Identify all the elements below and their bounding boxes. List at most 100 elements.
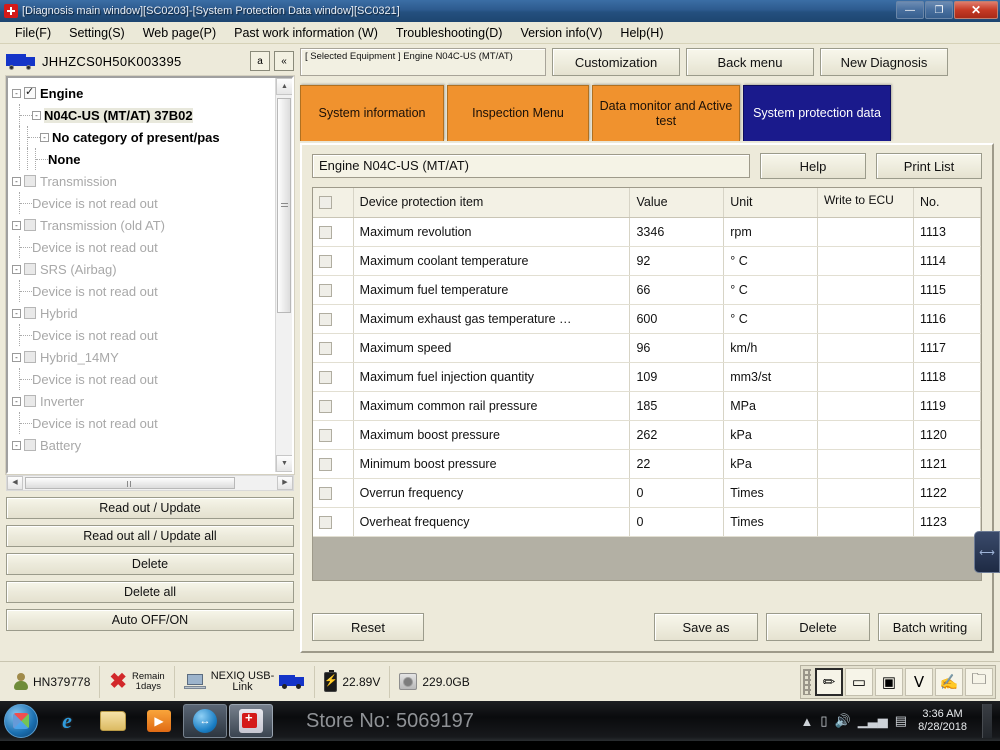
brush-icon[interactable]: Ⅴ	[905, 668, 933, 696]
table-row[interactable]: Maximum fuel temperature66° C1115	[313, 275, 981, 304]
tree-checkbox[interactable]	[24, 439, 36, 451]
cell-unit[interactable]: Times	[724, 507, 818, 536]
tree-checkbox[interactable]	[24, 87, 36, 99]
cell-write-to-ecu[interactable]	[817, 362, 913, 391]
table-row[interactable]: Maximum fuel injection quantity109mm3/st…	[313, 362, 981, 391]
eraser-icon[interactable]: ▭	[845, 668, 873, 696]
table-row[interactable]: Maximum coolant temperature92° C 1114	[313, 246, 981, 275]
menu-item-setting-s[interactable]: Setting(S)	[60, 24, 134, 42]
row-checkbox-cell[interactable]	[313, 362, 353, 391]
engine-name-field[interactable]: Engine N04C-US (MT/AT)	[312, 154, 750, 178]
tree-checkbox[interactable]	[24, 395, 36, 407]
tree-item[interactable]: Device is not read out	[12, 192, 290, 214]
cell-value[interactable]: 185	[630, 391, 724, 420]
cell-unit[interactable]: ° C	[724, 304, 818, 333]
tree-expander-icon[interactable]: -	[12, 89, 21, 98]
tree-item[interactable]: -Hybrid_14MY	[12, 346, 290, 368]
protection-data-grid[interactable]: Device protection item Value Unit Write …	[312, 187, 982, 581]
customization-button[interactable]: Customization	[552, 48, 680, 76]
save-as-button[interactable]: Save as	[654, 613, 758, 641]
cell-write-to-ecu[interactable]	[817, 333, 913, 362]
cell-write-to-ecu[interactable]	[817, 275, 913, 304]
cell-unit[interactable]: Times	[724, 478, 818, 507]
cell-no[interactable]: 1118	[913, 362, 980, 391]
row-checkbox[interactable]	[319, 400, 332, 413]
taskbar-clock[interactable]: 3:36 AM 8/28/2018	[914, 708, 971, 734]
tree-item[interactable]: Device is not read out	[12, 412, 290, 434]
marker-icon[interactable]: ✍	[935, 668, 963, 696]
cell-no[interactable]: 1115	[913, 275, 980, 304]
tree-item[interactable]: -Transmission (old AT)	[12, 214, 290, 236]
cell-value[interactable]: 92	[630, 246, 724, 275]
tree-item[interactable]: -Transmission	[12, 170, 290, 192]
cell-no[interactable]: 1122	[913, 478, 980, 507]
cell-unit[interactable]: ° C	[724, 275, 818, 304]
tray-expand-icon[interactable]: ▲	[801, 714, 814, 729]
cell-item[interactable]: Maximum exhaust gas temperature …	[353, 304, 630, 333]
font-size-button[interactable]: a	[250, 51, 270, 71]
row-checkbox-cell[interactable]	[313, 478, 353, 507]
row-checkbox-cell[interactable]	[313, 391, 353, 420]
cell-unit[interactable]: kPa	[724, 420, 818, 449]
cell-write-to-ecu[interactable]	[817, 217, 913, 246]
minimize-button[interactable]: —	[896, 1, 924, 19]
toolbar-grip-icon[interactable]	[803, 669, 811, 695]
pen-icon[interactable]: ✏	[815, 668, 843, 696]
tree-expander-icon[interactable]: -	[12, 309, 21, 318]
taskbar-teamviewer[interactable]: ↔	[183, 704, 227, 738]
back-menu-button[interactable]: Back menu	[686, 48, 814, 76]
select-all-checkbox[interactable]	[319, 196, 332, 209]
scroll-left-arrow-icon[interactable]: ◀	[7, 476, 23, 490]
taskbar-explorer[interactable]	[91, 704, 135, 738]
tree-vertical-scrollbar[interactable]: ▲ ▼	[275, 78, 292, 472]
cell-no[interactable]: 1113	[913, 217, 980, 246]
tree-item[interactable]: -Inverter	[12, 390, 290, 412]
tree-checkbox[interactable]	[24, 175, 36, 187]
tree-expander-icon[interactable]: -	[40, 133, 49, 142]
tree-expander-icon[interactable]: -	[12, 397, 21, 406]
cell-write-to-ecu[interactable]	[817, 507, 913, 536]
column-no[interactable]: No.	[913, 188, 980, 217]
row-checkbox-cell[interactable]	[313, 217, 353, 246]
cell-value[interactable]: 0	[630, 507, 724, 536]
taskbar-media-player[interactable]: ▶	[137, 704, 181, 738]
cell-no[interactable]: 1117	[913, 333, 980, 362]
cell-item[interactable]: Maximum revolution	[353, 217, 630, 246]
cell-write-to-ecu[interactable]	[817, 420, 913, 449]
scroll-thumb[interactable]	[277, 98, 291, 313]
print-list-button[interactable]: Print List	[876, 153, 982, 179]
cell-no[interactable]: 1114	[913, 246, 980, 275]
tab-system-protection-data[interactable]: System protection data	[743, 85, 891, 141]
row-checkbox[interactable]	[319, 458, 332, 471]
network-signal-icon[interactable]: ▁▃▅	[858, 713, 888, 729]
cell-no[interactable]: 1121	[913, 449, 980, 478]
sidebar-button-read-out-all-update-all[interactable]: Read out all / Update all	[6, 525, 294, 547]
h-scroll-thumb[interactable]	[25, 477, 235, 489]
cell-item[interactable]: Maximum coolant temperature	[353, 246, 630, 275]
tree-checkbox[interactable]	[24, 263, 36, 275]
cell-write-to-ecu[interactable]	[817, 449, 913, 478]
cell-unit[interactable]: kPa	[724, 449, 818, 478]
cell-write-to-ecu[interactable]	[817, 391, 913, 420]
cell-value[interactable]: 3346	[630, 217, 724, 246]
cell-item[interactable]: Maximum common rail pressure	[353, 391, 630, 420]
table-row[interactable]: Minimum boost pressure22kPa1121	[313, 449, 981, 478]
cell-value[interactable]: 262	[630, 420, 724, 449]
tree-expander-icon[interactable]: -	[12, 441, 21, 450]
column-value[interactable]: Value	[630, 188, 724, 217]
show-desktop-button[interactable]	[982, 704, 992, 738]
tree-expander-icon[interactable]: -	[12, 353, 21, 362]
battery-tray-icon[interactable]: ▯	[820, 713, 827, 729]
row-checkbox[interactable]	[319, 342, 332, 355]
cell-unit[interactable]: km/h	[724, 333, 818, 362]
table-row[interactable]: Maximum common rail pressure185MPa1119	[313, 391, 981, 420]
cell-item[interactable]: Maximum fuel injection quantity	[353, 362, 630, 391]
tree-item[interactable]: -Engine	[12, 82, 290, 104]
scroll-down-arrow-icon[interactable]: ▼	[276, 455, 293, 472]
tree-expander-icon[interactable]: -	[32, 111, 41, 120]
column-device-protection-item[interactable]: Device protection item	[353, 188, 630, 217]
batch-writing-button[interactable]: Batch writing	[878, 613, 982, 641]
tree-item[interactable]: Device is not read out	[12, 368, 290, 390]
tree-item[interactable]: -No category of present/pas	[12, 126, 290, 148]
cell-unit[interactable]: ° C	[724, 246, 818, 275]
